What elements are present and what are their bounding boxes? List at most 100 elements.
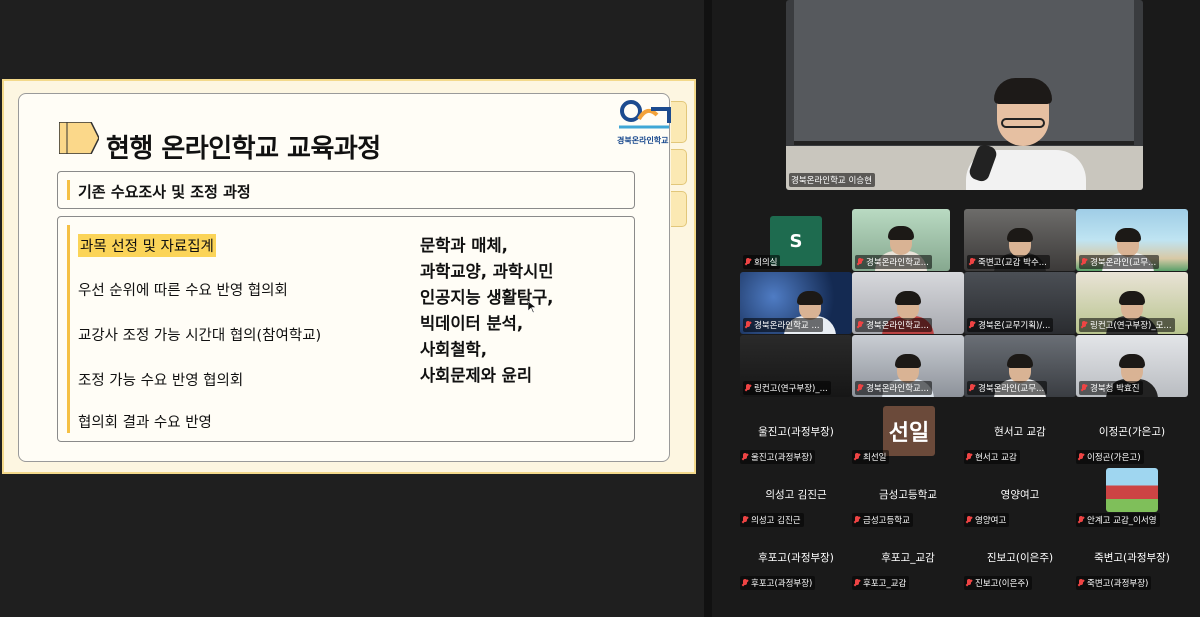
- participant-name: 영양여고: [1000, 489, 1040, 501]
- subject-item: 사회철학,: [420, 340, 487, 359]
- logo-text: 경북온라인학교: [617, 136, 669, 145]
- participant-name-label: 이정곤(가은고): [1076, 450, 1144, 464]
- mic-muted-icon: [857, 384, 863, 392]
- person-hair: [1007, 354, 1033, 368]
- school-logo-icon: [619, 100, 671, 129]
- participant-name-label: 후포고(과정부장): [740, 576, 816, 590]
- mic-muted-icon: [1078, 579, 1084, 587]
- slide-title: 현행 온라인학교 교육과정: [106, 134, 381, 164]
- person-hair: [1115, 228, 1141, 242]
- mouse-cursor-icon: [528, 301, 536, 313]
- participant-video[interactable]: 경북온(교무기획)/...: [964, 272, 1076, 334]
- mic-muted-icon: [1081, 384, 1087, 392]
- participant-name-label: 경북온라인학교...: [855, 318, 932, 332]
- participant-card[interactable]: 죽변고(과정부장) 죽변고(과정부장): [1076, 550, 1188, 590]
- participant-video[interactable]: 경북온라인학교...: [852, 209, 950, 271]
- participant-name-label: 죽변고(교감 박수...: [967, 255, 1050, 269]
- participant-video[interactable]: 경북온라인학교...: [852, 335, 964, 397]
- speaker-background-screen: [794, 0, 1134, 145]
- participant-name: 현서고 교감: [994, 426, 1046, 438]
- school-logo: 경북온라인학교: [609, 97, 685, 149]
- mic-muted-icon: [742, 516, 748, 524]
- section-accent-bar: [67, 180, 70, 200]
- participant-card[interactable]: 현서고 교감 현서고 교감: [964, 424, 1076, 464]
- speaker-glasses: [1001, 118, 1045, 128]
- participant-card[interactable]: 안계고 교감_이서영: [1076, 487, 1188, 527]
- participant-name-label: 울진고(과정부장): [740, 450, 816, 464]
- mic-muted-icon: [1081, 321, 1087, 329]
- participant-video[interactable]: 경북온라인(교무...: [964, 335, 1076, 397]
- participant-card[interactable]: 울진고(과정부장) 울진고(과정부장): [740, 424, 852, 464]
- mic-muted-icon: [854, 516, 860, 524]
- person-hair: [1007, 228, 1033, 242]
- participant-name-label: 경북온(교무기획)/...: [967, 318, 1054, 332]
- mic-muted-icon: [742, 453, 748, 461]
- participant-panel: 경북온라인학교 이승현 S 회의실 경북온라인학교... 죽변고(교감 박수..…: [704, 0, 1200, 617]
- participant-name: 의성고 김진근: [765, 489, 827, 501]
- participant-name-label: 현서고 교감: [964, 450, 1020, 464]
- participant-name-label: 의성고 김진근: [740, 513, 804, 527]
- participant-video[interactable]: 경북온라인(교무...: [1076, 209, 1188, 271]
- person-hair: [1119, 291, 1145, 305]
- process-step: 교강사 조정 가능 시간대 협의(참여학교): [78, 328, 322, 344]
- person-hair: [895, 354, 921, 368]
- slide-page: 현행 온라인학교 교육과정 경북온라인학교 기존 수요조사 및 조정 과정 과목…: [18, 93, 671, 462]
- participant-video[interactable]: 죽변고(교감 박수...: [964, 209, 1076, 271]
- mic-muted-icon: [969, 321, 975, 329]
- mic-muted-icon: [1081, 258, 1087, 266]
- participant-name-label: 링컨고(연구부장)_모...: [1079, 318, 1175, 332]
- mic-muted-icon: [966, 579, 972, 587]
- participant-name-label: 영양여고: [964, 513, 1010, 527]
- subject-item: 빅데이터 분석,: [420, 314, 524, 333]
- process-step: 협의회 결과 수요 반영: [78, 415, 212, 431]
- mic-muted-icon: [857, 258, 863, 266]
- mic-muted-icon: [1078, 516, 1084, 524]
- person-hair: [895, 291, 921, 305]
- mic-muted-icon: [969, 258, 975, 266]
- participant-name: 후포고_교감: [881, 552, 935, 564]
- mic-muted-icon: [966, 516, 972, 524]
- content-box: 과목 선정 및 자료집계 우선 순위에 따른 수요 반영 협의회 교강사 조정 …: [57, 216, 635, 442]
- participant-video[interactable]: 링컨고(연구부장)_모...: [1076, 272, 1188, 334]
- mic-muted-icon: [1078, 453, 1084, 461]
- active-speaker-video[interactable]: 경북온라인학교 이승현: [786, 0, 1143, 190]
- subject-item: 과학교양, 과학시민: [420, 262, 554, 281]
- mic-muted-icon: [857, 321, 863, 329]
- participant-card[interactable]: 의성고 김진근 의성고 김진근: [740, 487, 852, 527]
- participant-name: 죽변고(과정부장): [1094, 552, 1170, 564]
- mic-muted-icon: [969, 384, 975, 392]
- participant-name-label: 경북온라인(교무...: [967, 381, 1048, 395]
- mic-muted-icon: [745, 384, 751, 392]
- participant-card[interactable]: 진보고(이은주) 진보고(이은주): [964, 550, 1076, 590]
- process-step: 과목 선정 및 자료집계: [78, 234, 216, 257]
- participant-name-label: 경북온라인학교...: [855, 255, 932, 269]
- presentation-slide: 현행 온라인학교 교육과정 경북온라인학교 기존 수요조사 및 조정 과정 과목…: [2, 79, 696, 474]
- participant-tile[interactable]: 회의실: [740, 255, 820, 269]
- subject-item: 사회문제와 윤리: [420, 366, 533, 385]
- slide-tab: [671, 191, 687, 227]
- participant-card[interactable]: 최선일: [852, 424, 964, 464]
- participant-name-label: 금성고등학교: [852, 513, 913, 527]
- participant-name: 금성고등학교: [879, 489, 937, 501]
- participant-card[interactable]: 영양여고 영양여고: [964, 487, 1076, 527]
- panel-divider[interactable]: [704, 0, 712, 617]
- participant-video[interactable]: 경북온라인학교...: [852, 272, 964, 334]
- participant-card[interactable]: 후포고(과정부장) 후포고(과정부장): [740, 550, 852, 590]
- participant-card[interactable]: 후포고_교감 후포고_교감: [852, 550, 964, 590]
- shared-screen: 현행 온라인학교 교육과정 경북온라인학교 기존 수요조사 및 조정 과정 과목…: [0, 0, 704, 617]
- participant-name-label: 링컨고(연구부장)_...: [743, 381, 831, 395]
- subject-item: 문학과 매체,: [420, 236, 508, 255]
- participant-name: 울진고(과정부장): [758, 426, 834, 438]
- slide-tab: [671, 149, 687, 185]
- participant-card[interactable]: 이정곤(가은고) 이정곤(가은고): [1076, 424, 1188, 464]
- participant-name-label: 경북온라인학교 ...: [743, 318, 823, 332]
- participant-card[interactable]: 금성고등학교 금성고등학교: [852, 487, 964, 527]
- participant-video[interactable]: 경북온라인학교 ...: [740, 272, 852, 334]
- participant-name-label: 진보고(이은주): [964, 576, 1032, 590]
- person-hair: [1119, 354, 1145, 368]
- mic-muted-icon: [745, 321, 751, 329]
- participant-video[interactable]: 링컨고(연구부장)_...: [740, 335, 852, 397]
- participant-name: 후포고(과정부장): [758, 552, 834, 564]
- participant-name: 진보고(이은주): [986, 552, 1054, 564]
- participant-video[interactable]: 경북청 박효진: [1076, 335, 1188, 397]
